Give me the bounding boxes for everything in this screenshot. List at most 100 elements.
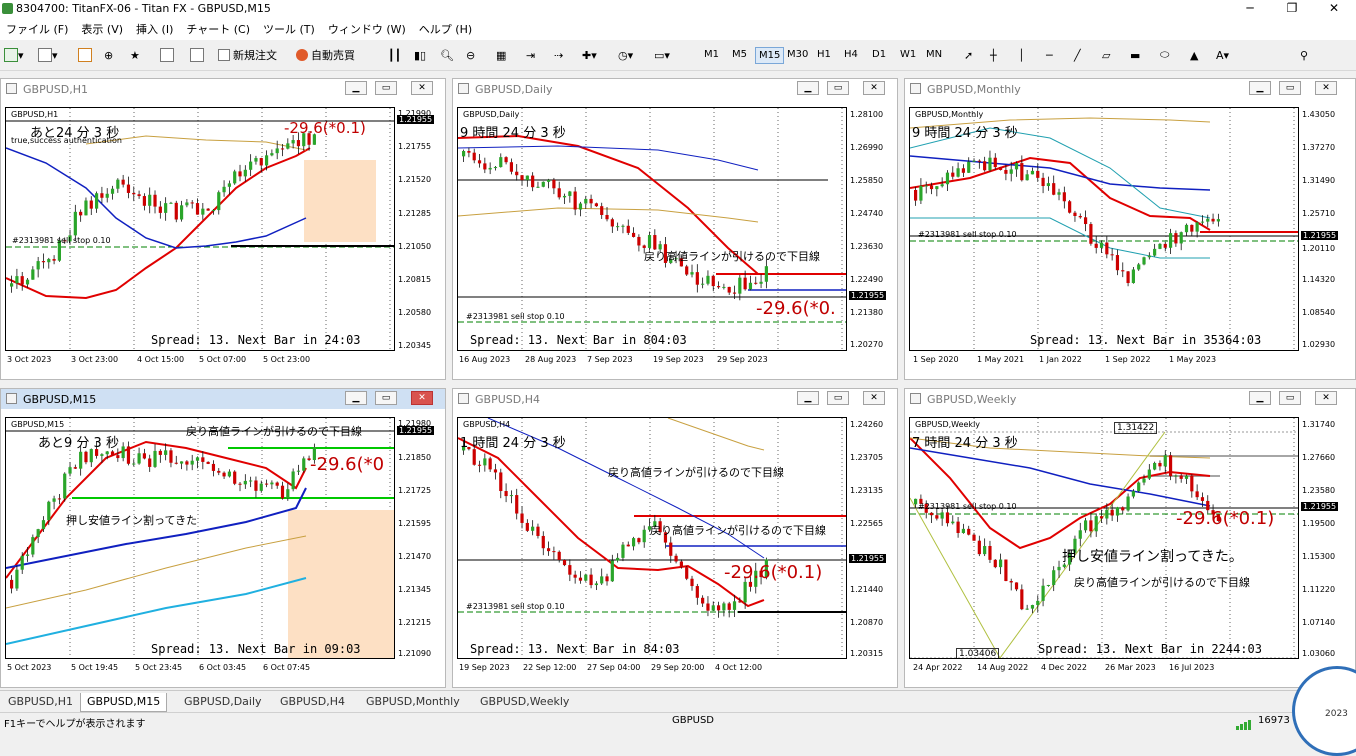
bar-chart-icon[interactable]: ┃┃ bbox=[388, 45, 401, 65]
x-tick: 5 Oct 23:45 bbox=[135, 663, 183, 672]
window-restore-button[interactable]: ▭ bbox=[827, 81, 849, 95]
candle-body bbox=[195, 203, 200, 215]
tf-h4[interactable]: H4 bbox=[841, 47, 861, 62]
chart-window-monthly[interactable]: GBPUSD,Monthly ▁ ▭ ✕ GBPUSD,Monthly 9 時間 2… bbox=[904, 78, 1356, 380]
candle-body bbox=[685, 266, 689, 275]
tile-windows-icon[interactable]: ▦ bbox=[496, 45, 506, 65]
candle-body bbox=[605, 576, 609, 582]
channel-icon[interactable]: ▱ bbox=[1102, 45, 1110, 65]
menu-chart[interactable]: チャート (C) bbox=[180, 18, 257, 37]
tab-gbpusd-h4[interactable]: GBPUSD,H4 bbox=[274, 693, 351, 711]
price-plot[interactable]: GBPUSD,H4 1 時間 24 分 3 秒 戻り高値ラインが引けるので下目線… bbox=[457, 417, 847, 659]
price-plot[interactable]: GBPUSD,Monthly 9 時間 24 分 3 秒 #2313981 se… bbox=[909, 107, 1299, 351]
candlestick-icon[interactable]: ▮▯ bbox=[414, 45, 426, 65]
window-close-button[interactable]: ✕ bbox=[863, 81, 885, 95]
tf-mn[interactable]: MN bbox=[923, 47, 945, 62]
window-restore-button[interactable]: ▭ bbox=[375, 391, 397, 405]
window-minimize-button[interactable]: ▁ bbox=[1249, 81, 1271, 95]
chart-window-weekly[interactable]: GBPUSD,Weekly ▁ ▭ ✕ GBPUSD,Weekly 7 時間 24 … bbox=[904, 388, 1356, 688]
profiles-icon[interactable]: ▾ bbox=[38, 45, 58, 65]
window-minimize-button[interactable]: ▁ bbox=[1249, 391, 1271, 405]
window-minimize-button[interactable]: ▁ bbox=[345, 81, 367, 95]
window-close-button[interactable]: ✕ bbox=[863, 391, 885, 405]
candle-body bbox=[1105, 509, 1109, 519]
x-tick: 5 Oct 19:45 bbox=[71, 663, 119, 672]
zoom-out-icon[interactable]: ⊖ bbox=[466, 45, 475, 65]
chart-window-h1[interactable]: GBPUSD,H1 ▁ ▭ ✕ GBPUSD,H1 あと24 分 3 秒 true,… bbox=[0, 78, 446, 380]
window-close-button[interactable]: ✕ bbox=[1315, 391, 1337, 405]
minimize-button[interactable]: ─ bbox=[1228, 0, 1272, 18]
rectangle-icon[interactable]: ▬ bbox=[1130, 45, 1140, 65]
window-close-button[interactable]: ✕ bbox=[411, 81, 433, 95]
favorites-icon[interactable]: ★ bbox=[130, 45, 140, 65]
templates-icon[interactable]: ▭▾ bbox=[654, 45, 670, 65]
value-label: -29.6(*0.1) bbox=[284, 119, 366, 137]
candle-body bbox=[195, 457, 200, 461]
auto-trading-button[interactable]: 自動売買 bbox=[296, 45, 355, 65]
horizontal-line-icon[interactable]: ─ bbox=[1046, 45, 1053, 65]
window-restore-button[interactable]: ▭ bbox=[827, 391, 849, 405]
tf-m30[interactable]: M30 bbox=[784, 47, 811, 62]
candle-body bbox=[695, 586, 699, 598]
spread-info: Spread: 13. Next Bar in 35364:03 bbox=[1030, 333, 1262, 347]
y-tick: 1.23580 bbox=[1302, 486, 1336, 495]
menu-insert[interactable]: 挿入 (I) bbox=[130, 18, 180, 37]
crosshair-tool-icon[interactable]: ┼ bbox=[990, 45, 997, 65]
window-restore-button[interactable]: ▭ bbox=[1279, 81, 1301, 95]
window-restore-button[interactable]: ▭ bbox=[1279, 391, 1301, 405]
new-order-button[interactable]: 新規注文 bbox=[218, 45, 277, 65]
tf-m5[interactable]: M5 bbox=[729, 47, 750, 62]
auto-scroll-icon[interactable]: ⇢ bbox=[554, 45, 563, 65]
close-button[interactable]: ✕ bbox=[1312, 0, 1356, 18]
tab-gbpusd-daily[interactable]: GBPUSD,Daily bbox=[178, 693, 268, 711]
menu-file[interactable]: ファイル (F) bbox=[0, 18, 75, 37]
window-minimize-button[interactable]: ▁ bbox=[797, 81, 819, 95]
search-icon[interactable]: ⚲ bbox=[1300, 45, 1308, 65]
market-watch-icon[interactable] bbox=[78, 45, 92, 65]
trendline-icon[interactable]: ╱ bbox=[1074, 45, 1081, 65]
navigator-icon[interactable] bbox=[160, 45, 174, 65]
maximize-button[interactable]: ❐ bbox=[1270, 0, 1314, 18]
menu-view[interactable]: 表示 (V) bbox=[75, 18, 130, 37]
window-close-button[interactable]: ✕ bbox=[1315, 81, 1337, 95]
toolbar: ▾ ▾ ⊕ ★ 新規注文 自動売買 ┃┃ ▮▯ 🔍︎ ⊖ ▦ ⇥ ⇢ ✚▾ ◷▾… bbox=[0, 40, 1356, 101]
menu-help[interactable]: ヘルプ (H) bbox=[413, 18, 479, 37]
new-chart-icon[interactable]: ▾ bbox=[4, 45, 24, 65]
window-minimize-button[interactable]: ▁ bbox=[345, 391, 367, 405]
vertical-line-icon[interactable]: │ bbox=[1018, 45, 1025, 65]
tf-m1[interactable]: M1 bbox=[701, 47, 722, 62]
x-tick: 6 Oct 03:45 bbox=[199, 663, 247, 672]
menu-tools[interactable]: ツール (T) bbox=[257, 18, 322, 37]
chart-window-h4[interactable]: GBPUSD,H4 ▁ ▭ ✕ GBPUSD,H4 1 時間 24 分 3 秒 戻り… bbox=[452, 388, 898, 688]
chart-window-daily[interactable]: GBPUSD,Daily ▁ ▭ ✕ GBPUSD,Daily 9 時間 24 分 … bbox=[452, 78, 898, 380]
cursor-icon[interactable]: ➚ bbox=[964, 45, 973, 65]
window-restore-button[interactable]: ▭ bbox=[375, 81, 397, 95]
window-minimize-button[interactable]: ▁ bbox=[797, 391, 819, 405]
indicators-icon[interactable]: ✚▾ bbox=[582, 45, 597, 65]
chart-shift-icon[interactable]: ⇥ bbox=[526, 45, 535, 65]
text-tool-icon[interactable]: A▾ bbox=[1216, 45, 1229, 65]
tf-d1[interactable]: D1 bbox=[869, 47, 889, 62]
tf-m15[interactable]: M15 bbox=[755, 47, 785, 64]
tab-gbpusd-monthly[interactable]: GBPUSD,Monthly bbox=[360, 693, 466, 711]
price-plot[interactable]: GBPUSD,Weekly 7 時間 24 分 3 秒 #2313981 sel… bbox=[909, 417, 1299, 659]
tab-gbpusd-m15[interactable]: GBPUSD,M15 bbox=[80, 693, 168, 712]
terminal-icon[interactable] bbox=[190, 45, 204, 65]
periods-icon[interactable]: ◷▾ bbox=[618, 45, 633, 65]
y-tick: 1.20110 bbox=[1302, 244, 1336, 253]
price-plot[interactable]: GBPUSD,M15 あと9 分 3 秒 戻り高値ラインが引けるので下目線 押し… bbox=[5, 417, 395, 659]
price-plot[interactable]: GBPUSD,Daily 9 時間 24 分 3 秒 戻り高値ラインが引けるので… bbox=[457, 107, 847, 351]
zoom-in-icon[interactable]: 🔍︎ bbox=[440, 45, 454, 65]
candle-body bbox=[669, 542, 673, 556]
tab-gbpusd-weekly[interactable]: GBPUSD,Weekly bbox=[474, 693, 575, 711]
triangle-icon[interactable]: ▲ bbox=[1190, 45, 1198, 65]
tab-gbpusd-h1[interactable]: GBPUSD,H1 bbox=[2, 693, 79, 711]
crosshair-icon[interactable]: ⊕ bbox=[104, 45, 113, 65]
menu-window[interactable]: ウィンドウ (W) bbox=[322, 18, 413, 37]
window-close-button[interactable]: ✕ bbox=[411, 391, 433, 405]
tf-w1[interactable]: W1 bbox=[897, 47, 919, 62]
price-plot[interactable]: GBPUSD,H1 あと24 分 3 秒 true,success authen… bbox=[5, 107, 395, 351]
tf-h1[interactable]: H1 bbox=[814, 47, 834, 62]
ellipse-icon[interactable]: ⬭ bbox=[1160, 45, 1169, 65]
chart-window-m15[interactable]: GBPUSD,M15 ▁ ▭ ✕ GBPUSD,M15 あと9 分 3 秒 戻り高値… bbox=[0, 388, 446, 688]
